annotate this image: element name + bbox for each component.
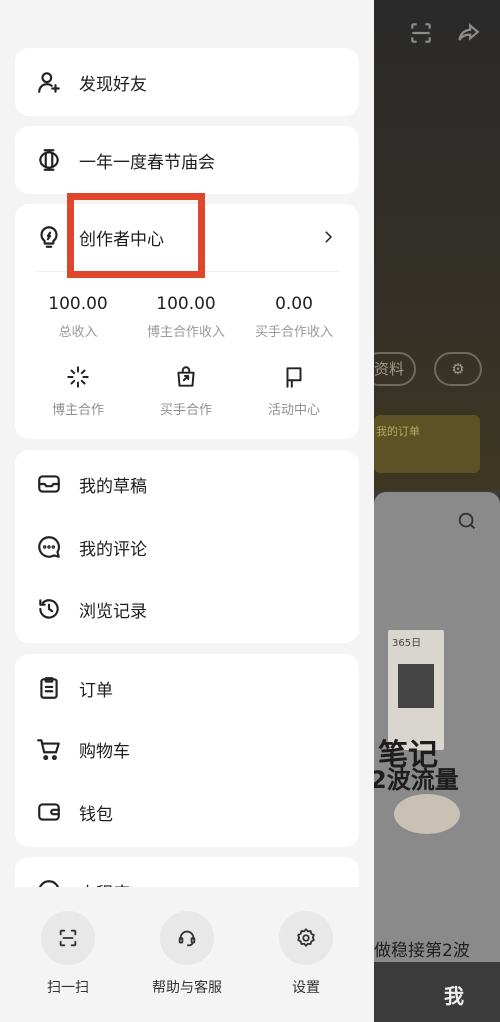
feed-caption: 做稳接第2波 [374, 941, 470, 961]
tool-label: 博主合作 [51, 403, 104, 418]
settings-button[interactable]: 设置 [251, 911, 361, 997]
stat-value: 100.00 [48, 294, 108, 314]
content-card: 我的草稿 我的评论 浏览记录 [15, 450, 359, 643]
scan-button[interactable]: 扫一扫 [13, 911, 123, 997]
scan-icon [408, 20, 434, 53]
spring-festival-item[interactable]: 一年一度春节庙会 [15, 129, 359, 191]
drafts-label: 我的草稿 [79, 476, 147, 497]
cup-image [394, 794, 460, 834]
help-service-button[interactable]: 帮助与客服 [132, 911, 242, 997]
comments-item[interactable]: 我的评论 [15, 516, 359, 578]
cart-icon [35, 735, 63, 763]
sparkle-icon [67, 366, 89, 388]
stat-total-income[interactable]: 100.00 总收入 [23, 294, 133, 340]
tool-label: 买手合作 [159, 403, 212, 418]
stat-label: 买手合作收入 [254, 325, 333, 340]
lantern-icon [35, 146, 63, 174]
share-icon [454, 20, 482, 53]
shopping-card: 订单 购物车 钱包 [15, 654, 359, 847]
spring-festival-label: 一年一度春节庙会 [79, 152, 215, 173]
headset-icon [160, 911, 214, 965]
tool-label: 活动中心 [267, 403, 320, 418]
discover-friends-item[interactable]: 发现好友 [15, 51, 359, 113]
bag-icon [177, 366, 195, 387]
wallet-icon [35, 798, 63, 826]
help-service-label: 帮助与客服 [152, 980, 222, 996]
scan-icon [41, 911, 95, 965]
stat-buyer-income[interactable]: 0.00 买手合作收入 [239, 294, 349, 340]
history-item[interactable]: 浏览记录 [15, 578, 359, 640]
highlight-box [67, 193, 205, 278]
comment-icon [35, 533, 63, 561]
scan-label: 扫一扫 [47, 980, 89, 996]
tool-activity-center[interactable]: 活动中心 [239, 364, 349, 418]
orders-item[interactable]: 订单 [15, 657, 359, 719]
search-icon [456, 510, 478, 537]
lightbulb-icon [35, 223, 63, 251]
comments-label: 我的评论 [79, 539, 147, 560]
background-feed: 365日 笔记 2波流量 [374, 492, 500, 962]
cart-item[interactable]: 购物车 [15, 718, 359, 780]
stat-label: 博主合作收入 [146, 325, 225, 340]
stat-value: 100.00 [156, 294, 216, 314]
add-user-icon [35, 68, 63, 96]
side-drawer: 发现好友 一年一度春节庙会 创作者中心 100.00 总收入 100.00 博主… [0, 0, 374, 1022]
drafts-item[interactable]: 我的草稿 [15, 453, 359, 515]
edit-profile-button: 资料 [374, 352, 417, 386]
history-icon [35, 595, 63, 623]
discover-friends-label: 发现好友 [79, 74, 147, 95]
background-app: 资料 ⚙ 我的订单 365日 笔记 2波流量 做稳接第2波 我 [374, 0, 500, 1022]
tool-blogger-collab[interactable]: 博主合作 [23, 364, 133, 418]
tool-buyer-collab[interactable]: 买手合作 [131, 364, 241, 418]
discover-friends-card: 发现好友 [15, 48, 359, 116]
book-photo [398, 664, 434, 708]
settings-icon: ⚙ [434, 352, 482, 386]
history-label: 浏览记录 [79, 601, 147, 622]
stat-value: 0.00 [275, 294, 313, 314]
order-banner: 我的订单 [374, 415, 480, 473]
stat-label: 总收入 [58, 325, 98, 340]
feed-big-text-2: 2波流量 [374, 766, 459, 794]
stat-blogger-income[interactable]: 100.00 博主合作收入 [131, 294, 241, 340]
wallet-item[interactable]: 钱包 [15, 781, 359, 843]
tab-me: 我 [374, 962, 500, 1022]
spring-festival-card: 一年一度春节庙会 [15, 126, 359, 194]
bottom-bar: 扫一扫 帮助与客服 设置 [0, 887, 374, 1022]
chevron-right-icon [319, 228, 337, 246]
cart-label: 购物车 [79, 741, 130, 762]
gear-icon [279, 911, 333, 965]
wallet-label: 钱包 [79, 804, 113, 825]
clipboard-icon [35, 674, 63, 702]
settings-label: 设置 [292, 980, 320, 996]
tray-icon [35, 470, 63, 498]
orders-label: 订单 [79, 680, 113, 701]
flag-icon [286, 367, 302, 388]
